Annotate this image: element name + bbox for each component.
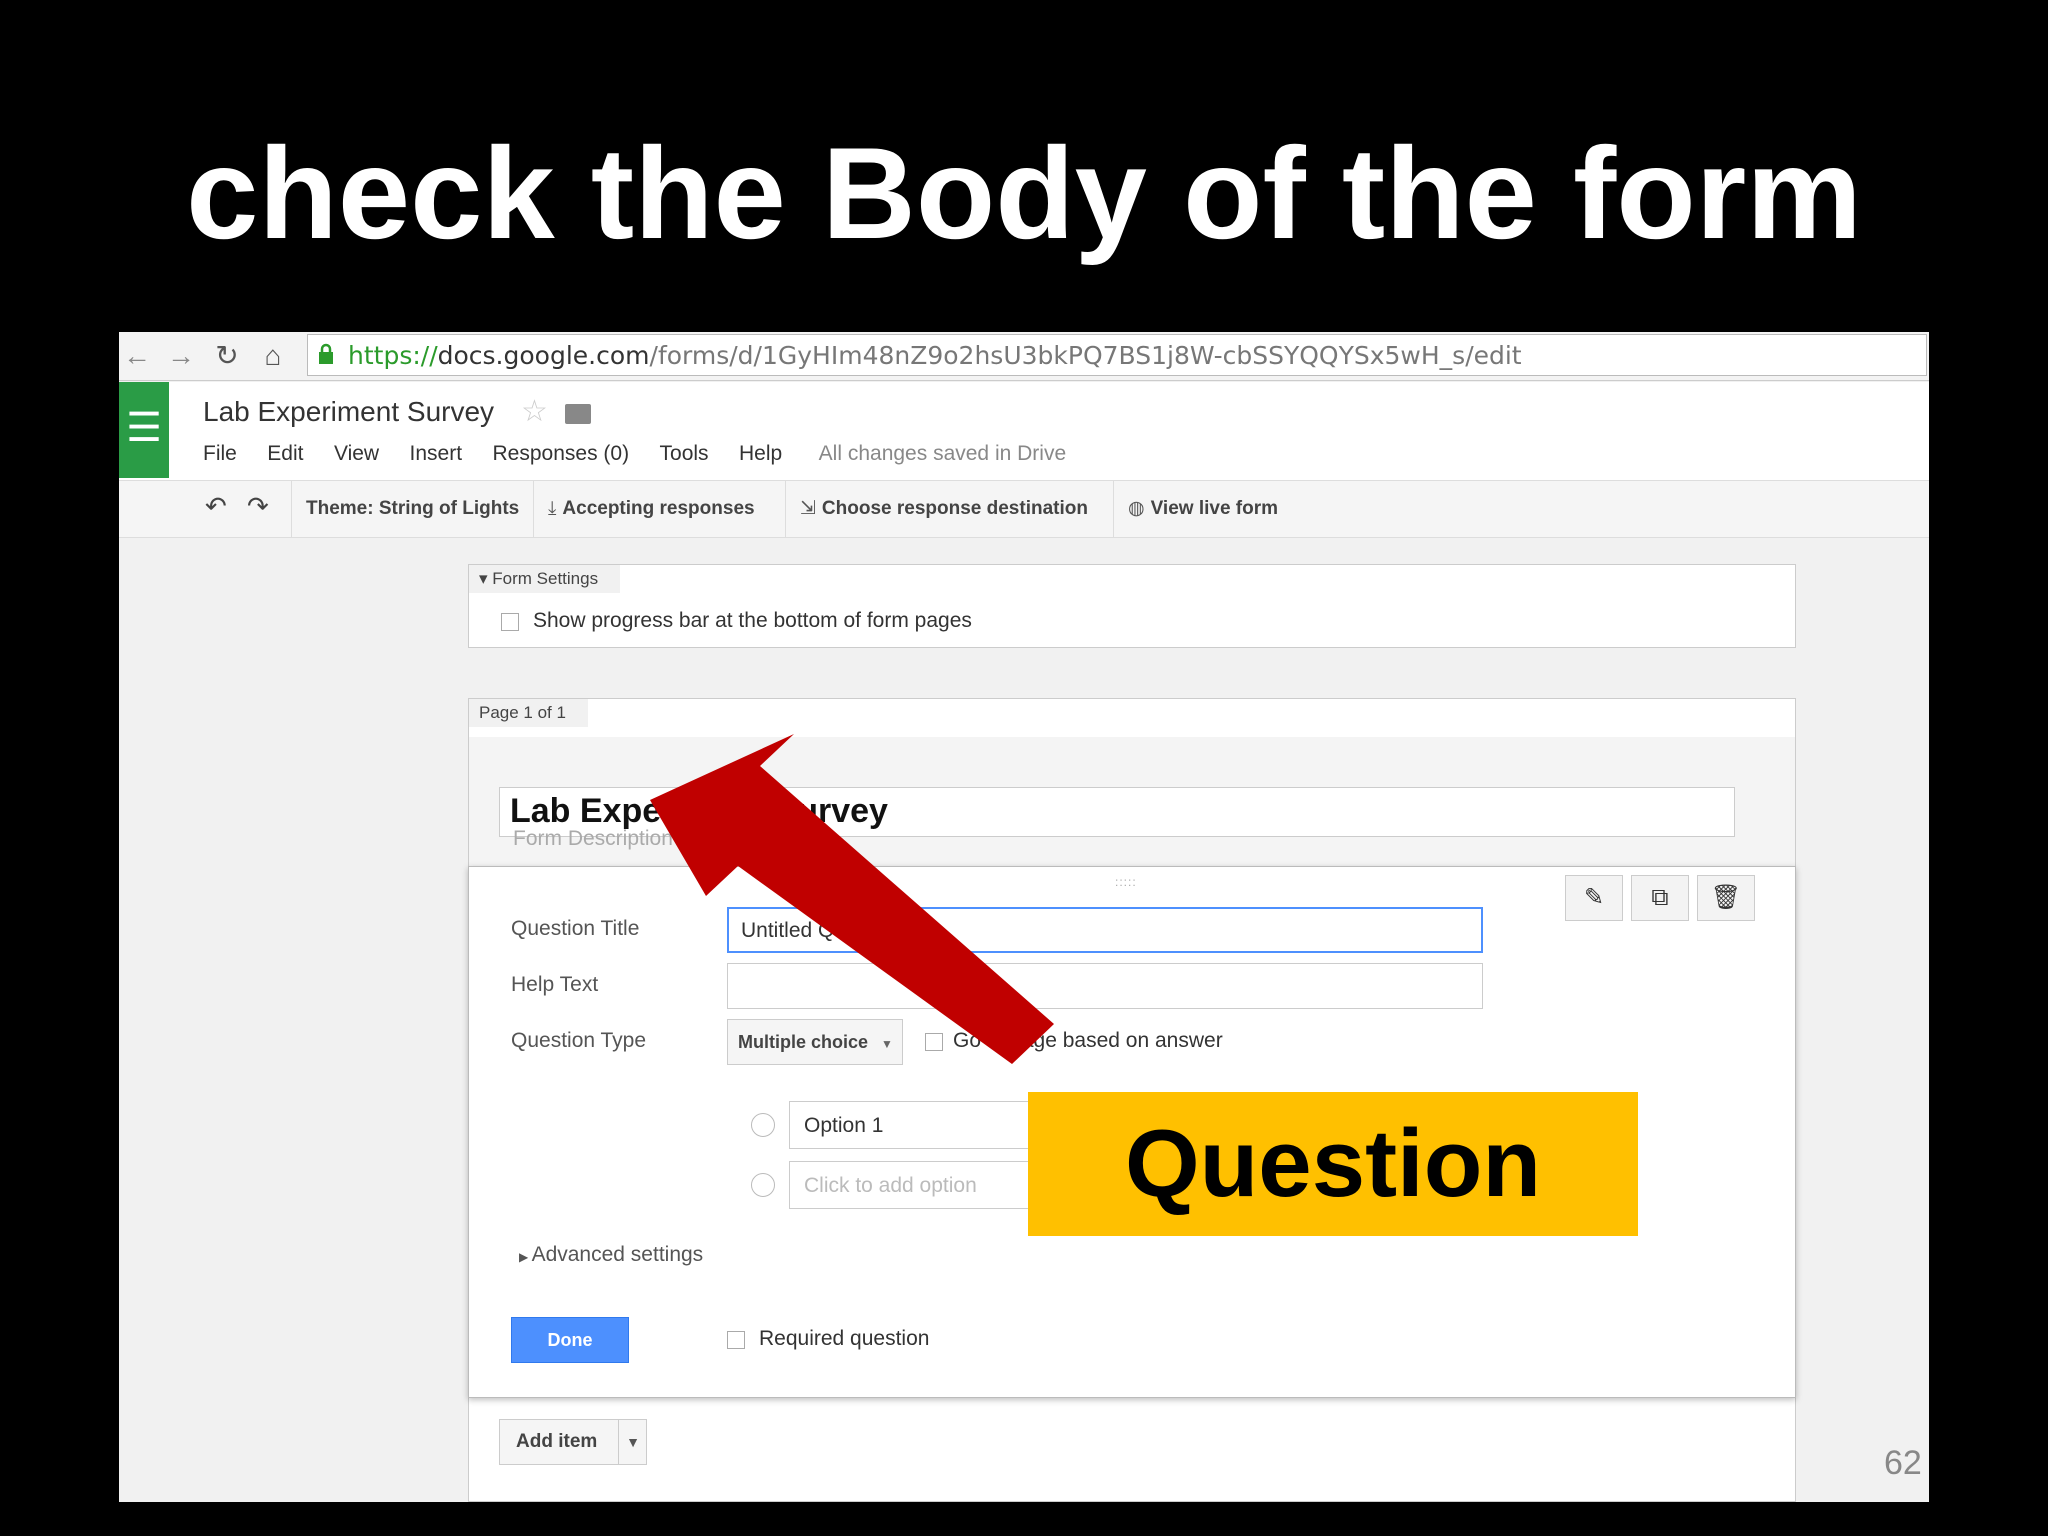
red-arrow [650, 734, 1054, 1064]
slide-number: 62 [1884, 1444, 1922, 1482]
callout-label: Question [1028, 1092, 1638, 1236]
